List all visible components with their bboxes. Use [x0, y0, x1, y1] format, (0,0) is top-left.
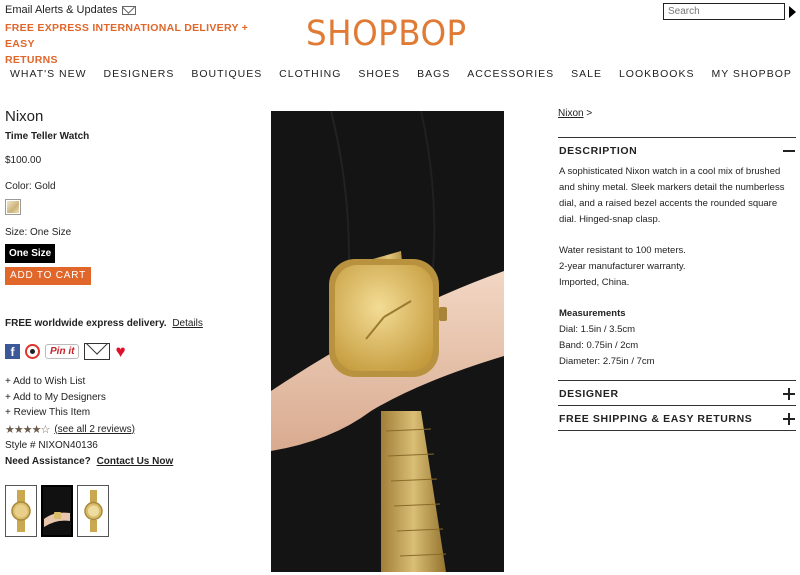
size-one-size-button[interactable]: One Size — [5, 244, 56, 263]
warranty: 2-year manufacturer warranty. — [559, 261, 686, 272]
nav-shoes[interactable]: SHOES — [358, 68, 400, 80]
facebook-icon[interactable]: f — [5, 344, 20, 359]
add-to-cart-button[interactable]: ADD TO CART — [5, 267, 91, 285]
delivery-text: FREE worldwide express delivery. — [5, 318, 167, 329]
product-info: Nixon Time Teller Watch $100.00 Color: G… — [5, 108, 255, 467]
weibo-icon[interactable] — [25, 344, 40, 359]
thumbnail-strip — [5, 485, 109, 537]
add-to-wish-list-link[interactable]: + Add to Wish List — [5, 374, 255, 390]
email-alerts-label[interactable]: Email Alerts & Updates — [5, 4, 118, 16]
email-share-icon[interactable] — [84, 343, 111, 360]
nav-sale[interactable]: SALE — [571, 68, 602, 80]
product-actions: + Add to Wish List + Add to My Designers… — [5, 374, 255, 421]
product-price: $100.00 — [5, 155, 42, 166]
top-bar: Email Alerts & Updates FREE EXPRESS INTE… — [5, 4, 265, 68]
expand-plus-icon[interactable] — [783, 413, 795, 425]
brand-name[interactable]: Nixon — [5, 108, 255, 125]
water-resistance: Water resistant to 100 meters. — [559, 245, 686, 256]
color-label: Color: Gold — [5, 181, 56, 192]
thumbnail-on-wrist[interactable] — [41, 485, 73, 537]
delivery-info: FREE worldwide express delivery. Details — [5, 318, 255, 329]
star-rating: ★★★★☆ — [5, 423, 50, 436]
search-input[interactable] — [663, 3, 785, 20]
breadcrumb-separator: > — [583, 108, 593, 119]
envelope-icon[interactable] — [121, 5, 136, 15]
assistance-row: Need Assistance? Contact Us Now — [5, 456, 255, 467]
search-submit-arrow-icon[interactable] — [789, 5, 796, 18]
measurement-dial: Dial: 1.5in / 3.5cm — [559, 324, 636, 335]
nav-clothing[interactable]: CLOTHING — [279, 68, 341, 80]
expand-plus-icon[interactable] — [783, 388, 795, 400]
promo-banner[interactable]: FREE EXPRESS INTERNATIONAL DELIVERY + EA… — [5, 20, 265, 68]
shipping-panel-header[interactable]: FREE SHIPPING & EASY RETURNS — [558, 405, 796, 430]
panel-divider — [558, 430, 796, 431]
promo-line-2[interactable]: RETURNS — [5, 52, 265, 68]
size-label: Size: One Size — [5, 227, 72, 238]
add-to-my-designers-link[interactable]: + Add to My Designers — [5, 390, 255, 406]
description-panel-header[interactable]: DESCRIPTION — [558, 137, 796, 162]
contact-us-link[interactable]: Contact Us Now — [97, 456, 174, 467]
origin: Imported, China. — [559, 277, 630, 288]
heart-icon[interactable]: ♥ — [115, 343, 125, 360]
measurements-title: Measurements — [559, 308, 626, 319]
nav-bags[interactable]: BAGS — [417, 68, 450, 80]
nav-lookbooks[interactable]: LOOKBOOKS — [619, 68, 695, 80]
breadcrumb: Nixon > — [558, 108, 796, 119]
product-details: Nixon > DESCRIPTION A sophisticated Nixo… — [558, 108, 796, 431]
shopbop-logo[interactable]: SHOPBOP — [306, 14, 467, 54]
promo-line-1[interactable]: FREE EXPRESS INTERNATIONAL DELIVERY + EA… — [5, 20, 265, 52]
color-swatch-gold[interactable] — [5, 199, 21, 215]
see-all-reviews-link[interactable]: (see all 2 reviews) — [54, 424, 135, 435]
product-name: Time Teller Watch — [5, 131, 90, 142]
nav-my-shopbop[interactable]: MY SHOPBOP — [711, 68, 791, 80]
description-text: A sophisticated Nixon watch in a cool mi… — [559, 166, 785, 225]
delivery-details-link[interactable]: Details — [172, 318, 203, 329]
main-nav: WHAT'S NEW DESIGNERS BOUTIQUES CLOTHING … — [0, 68, 800, 80]
main-product-image[interactable] — [271, 111, 504, 572]
measurement-diameter: Diameter: 2.75in / 7cm — [559, 356, 655, 367]
assistance-label: Need Assistance? — [5, 455, 91, 467]
email-alerts-link[interactable]: Email Alerts & Updates — [5, 4, 265, 16]
description-body: A sophisticated Nixon watch in a cool mi… — [558, 162, 796, 380]
description-title: DESCRIPTION — [559, 145, 638, 157]
pinterest-pin-it-button[interactable]: Pin it — [45, 344, 80, 359]
rating-row: ★★★★☆ (see all 2 reviews) — [5, 423, 255, 436]
review-this-item-link[interactable]: + Review This Item — [5, 405, 255, 421]
nav-designers[interactable]: DESIGNERS — [104, 68, 175, 80]
style-number: Style # NIXON40136 — [5, 439, 98, 451]
nav-accessories[interactable]: ACCESSORIES — [467, 68, 554, 80]
designer-panel-header[interactable]: DESIGNER — [558, 380, 796, 405]
nav-whats-new[interactable]: WHAT'S NEW — [10, 68, 87, 80]
collapse-minus-icon[interactable] — [783, 150, 795, 152]
nav-boutiques[interactable]: BOUTIQUES — [191, 68, 262, 80]
search-bar — [663, 3, 796, 20]
measurement-band: Band: 0.75in / 2cm — [559, 340, 639, 351]
social-share: f Pin it ♥ — [5, 343, 255, 360]
shipping-title: FREE SHIPPING & EASY RETURNS — [559, 413, 753, 425]
designer-title: DESIGNER — [559, 388, 619, 400]
thumbnail-watch-front[interactable] — [5, 485, 37, 537]
thumbnail-watch-side[interactable] — [77, 485, 109, 537]
breadcrumb-nixon-link[interactable]: Nixon — [558, 108, 584, 119]
